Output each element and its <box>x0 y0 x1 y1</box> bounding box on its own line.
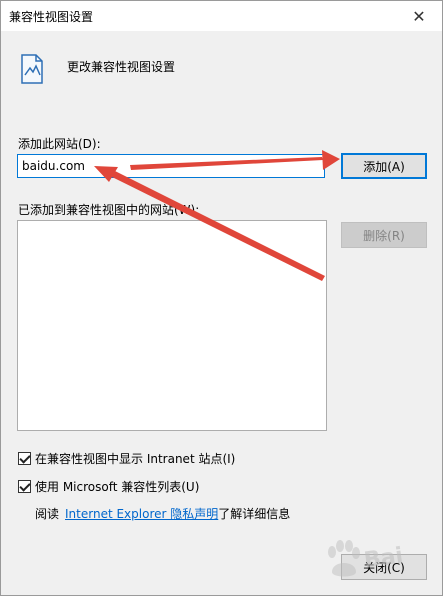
added-sites-list[interactable] <box>17 220 327 431</box>
webpage-icon <box>21 54 43 84</box>
privacy-suffix: 了解详细信息 <box>218 507 291 521</box>
ms-list-checkbox[interactable] <box>18 480 31 493</box>
remove-button: 删除(R) <box>341 222 427 248</box>
ms-list-label: 使用 Microsoft 兼容性列表(U) <box>35 480 200 494</box>
add-site-label: 添加此网站(D): <box>18 137 101 151</box>
close-button[interactable]: 关闭(C) <box>341 554 427 580</box>
add-site-input[interactable] <box>17 154 325 178</box>
intranet-checkbox[interactable] <box>18 452 31 465</box>
title-bar: 兼容性视图设置 ✕ <box>1 1 442 31</box>
close-icon[interactable]: ✕ <box>396 1 442 31</box>
window-title: 兼容性视图设置 <box>9 10 94 24</box>
privacy-link[interactable]: Internet Explorer 隐私声明 <box>65 505 218 522</box>
ms-list-option[interactable]: 使用 Microsoft 兼容性列表(U) <box>18 478 199 495</box>
privacy-info: 阅读 Internet Explorer 隐私声明 了解详细信息 <box>35 505 290 522</box>
added-sites-label: 已添加到兼容性视图中的网站(W): <box>18 203 200 217</box>
intranet-label: 在兼容性视图中显示 Intranet 站点(I) <box>35 452 236 466</box>
intranet-option[interactable]: 在兼容性视图中显示 Intranet 站点(I) <box>18 450 235 467</box>
dialog-heading: 更改兼容性视图设置 <box>67 60 176 74</box>
privacy-prefix: 阅读 <box>35 507 60 521</box>
compatibility-view-dialog: 兼容性视图设置 ✕ 更改兼容性视图设置 添加此网站(D): 添加(A) 已添加到… <box>0 0 443 596</box>
add-button[interactable]: 添加(A) <box>341 153 427 179</box>
